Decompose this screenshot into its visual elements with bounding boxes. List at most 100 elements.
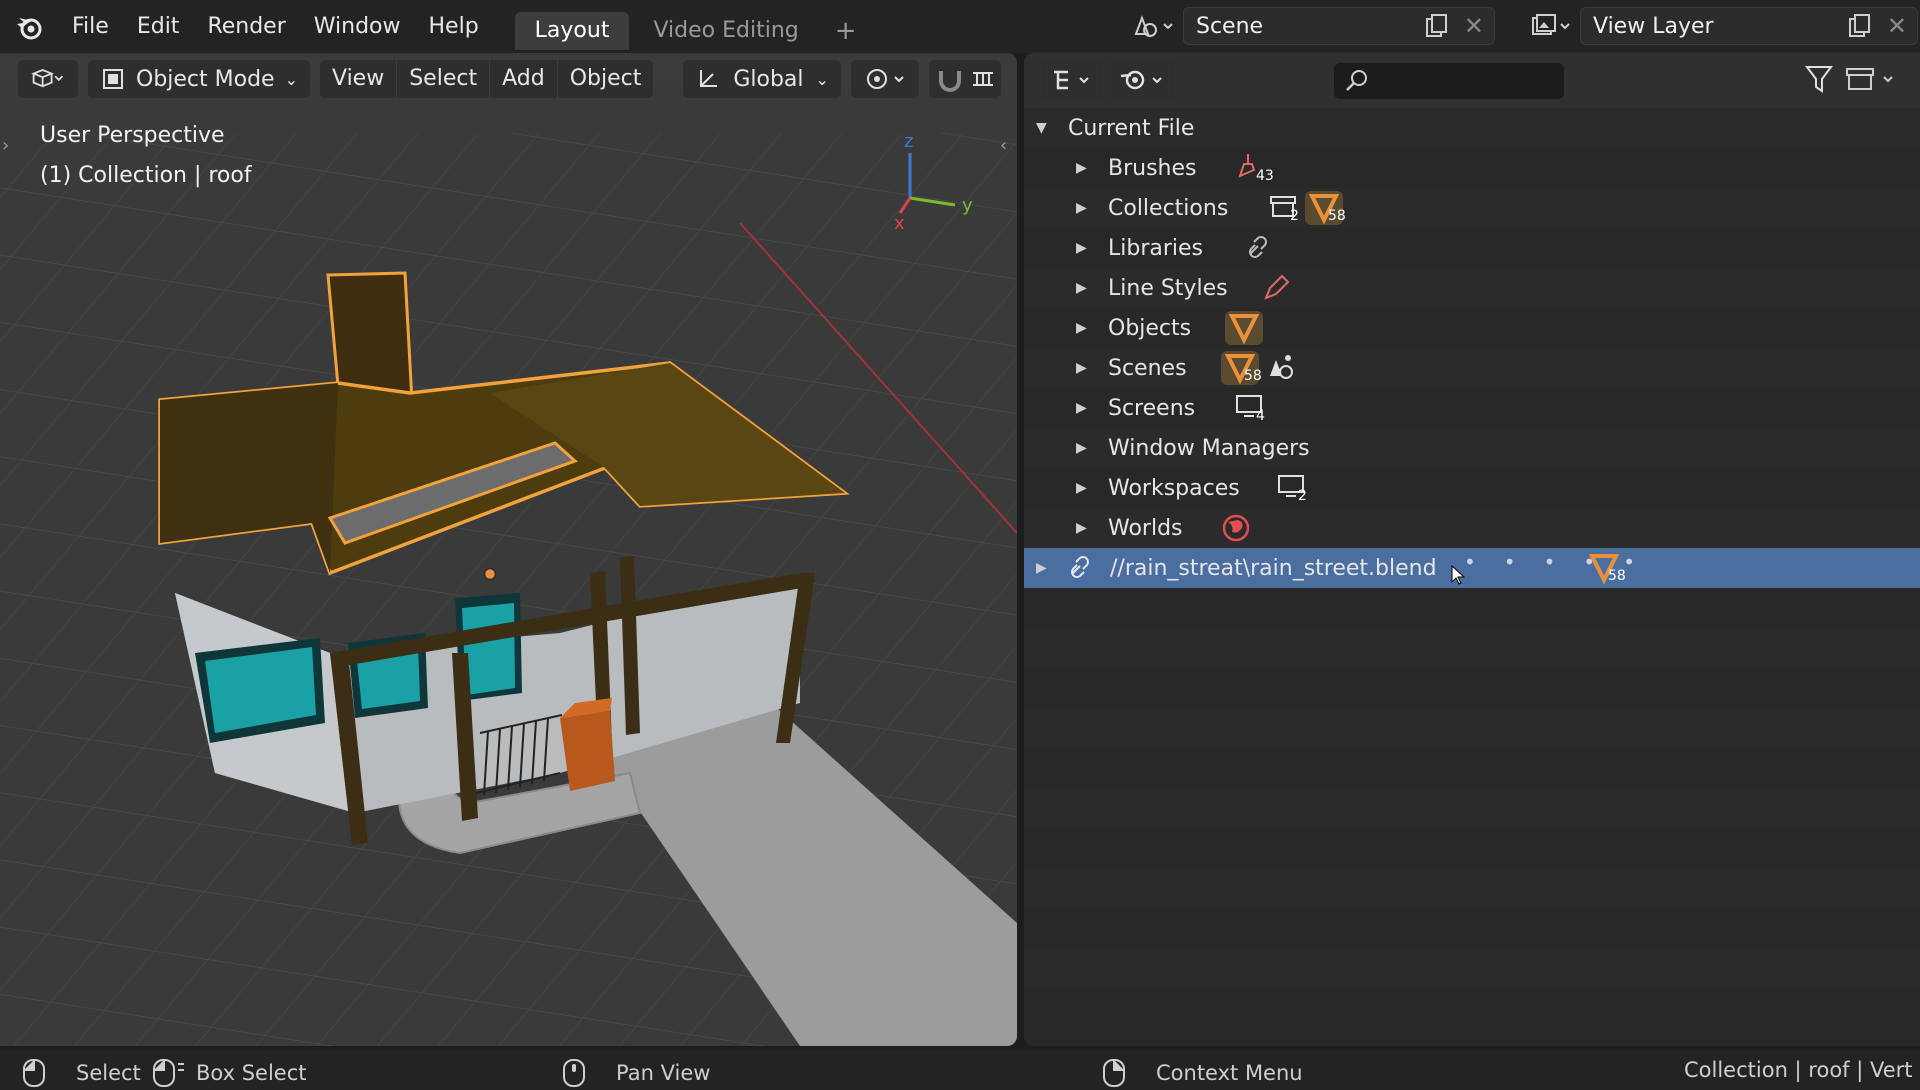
collapse-triangle-icon[interactable]: ▼ [1036, 120, 1047, 136]
display-mode-dropdown[interactable] [1112, 61, 1174, 99]
3d-viewport[interactable]: Object Mode ⌄ View Select Add Object Glo… [0, 53, 1017, 1046]
chevron-down-icon: ⌄ [284, 69, 298, 89]
empty-row [1024, 588, 1920, 628]
new-scene-icon[interactable] [1424, 13, 1450, 39]
object-icon [1225, 311, 1263, 345]
mouse-drag-icon [153, 1059, 184, 1087]
empty-row [1024, 988, 1920, 1028]
filter-icon[interactable] [1804, 63, 1834, 99]
view-layer-name-field[interactable]: View Layer ✕ [1580, 7, 1918, 45]
navigation-gizmo[interactable]: z y x [880, 133, 990, 233]
gizmo-x-label: x [894, 213, 905, 233]
expand-triangle-icon[interactable]: ▶ [1076, 440, 1087, 456]
new-view-layer-icon[interactable] [1847, 13, 1873, 39]
delete-view-layer-icon[interactable]: ✕ [1887, 12, 1907, 40]
viewport-scene[interactable] [0, 53, 1017, 1046]
editor-type-button[interactable] [18, 60, 78, 98]
tree-row-worlds[interactable]: ▶ Worlds [1024, 508, 1920, 548]
empty-row [1024, 748, 1920, 788]
empty-row [1024, 948, 1920, 988]
menu-object[interactable]: Object [558, 60, 654, 98]
expand-triangle-icon[interactable]: ▶ [1036, 560, 1047, 576]
row-label-current-file: Current File [1068, 115, 1195, 141]
screens-count: 4 [1256, 408, 1265, 424]
mouse-cursor-icon [1451, 564, 1466, 585]
viewport-menus: View Select Add Object [320, 60, 654, 98]
workspaces-count: 2 [1298, 488, 1307, 504]
toolbar-expand-icon[interactable]: › [2, 135, 9, 156]
tab-layout[interactable]: Layout [514, 11, 630, 50]
viewport-header: Object Mode ⌄ View Select Add Object Glo… [0, 53, 1017, 105]
tree-row-objects[interactable]: ▶ Objects [1024, 308, 1920, 348]
row-label-libraries: Libraries [1108, 235, 1204, 261]
outliner-header [1024, 53, 1920, 108]
transform-orientation-dropdown[interactable]: Global ⌄ [683, 60, 841, 98]
menu-file[interactable]: File [58, 0, 123, 53]
view-layer-icon [1532, 14, 1570, 35]
new-collection-icon[interactable] [1844, 63, 1904, 99]
row-label-library-file: //rain_streat\rain_street.blend [1110, 555, 1437, 581]
top-bar: File Edit Render Window Help Layout Vide… [0, 0, 1920, 53]
expand-triangle-icon[interactable]: ▶ [1076, 200, 1087, 216]
pivot-dropdown[interactable] [850, 60, 919, 98]
empty-row [1024, 788, 1920, 828]
row-label-brushes: Brushes [1108, 155, 1197, 181]
outliner-editor-type-button[interactable] [1042, 61, 1102, 99]
empty-row [1024, 708, 1920, 748]
row-label-window-managers: Window Managers [1108, 435, 1310, 461]
expand-triangle-icon[interactable]: ▶ [1076, 480, 1087, 496]
tree-row-scenes[interactable]: ▶ Scenes 58 [1024, 348, 1920, 388]
delete-scene-icon[interactable]: ✕ [1464, 12, 1484, 40]
row-label-worlds: Worlds [1108, 515, 1183, 541]
menu-view[interactable]: View [320, 60, 398, 98]
menu-edit[interactable]: Edit [123, 0, 194, 53]
scenes-count: 58 [1244, 368, 1262, 384]
tree-row-brushes[interactable]: ▶ Brushes 43 [1024, 148, 1920, 188]
expand-triangle-icon[interactable]: ▶ [1076, 400, 1087, 416]
tree-row-screens[interactable]: ▶ Screens 4 [1024, 388, 1920, 428]
scene-name: Scene [1196, 13, 1264, 39]
scene-selector: Scene ✕ [1125, 7, 1495, 45]
scene-icon [1270, 355, 1293, 379]
status-context-menu: Context Menu [1102, 1058, 1303, 1088]
expand-triangle-icon[interactable]: ▶ [1076, 240, 1087, 256]
add-workspace-button[interactable]: + [823, 16, 869, 46]
blender-logo-icon[interactable] [0, 0, 58, 53]
outliner-search-input[interactable] [1334, 63, 1564, 99]
row-label-collections: Collections [1108, 195, 1229, 221]
snap-toggle[interactable] [928, 60, 1001, 98]
menu-help[interactable]: Help [415, 0, 493, 53]
outliner-icon [1054, 70, 1089, 90]
tree-row-current-file[interactable]: ▼ Current File [1024, 108, 1920, 148]
mouse-middle-icon [563, 1059, 585, 1087]
tree-row-library-file[interactable]: ▶ //rain_streat\rain_street.blend ••••• … [1024, 548, 1920, 588]
view-layer-selector: View Layer ✕ [1522, 7, 1918, 45]
tree-row-line-styles[interactable]: ▶ Line Styles [1024, 268, 1920, 308]
expand-triangle-icon[interactable]: ▶ [1076, 520, 1087, 536]
menu-add[interactable]: Add [490, 60, 558, 98]
view-layer-browse-button[interactable] [1522, 7, 1580, 45]
expand-triangle-icon[interactable]: ▶ [1076, 160, 1087, 176]
tree-row-window-managers[interactable]: ▶ Window Managers [1024, 428, 1920, 468]
tree-row-workspaces[interactable]: ▶ Workspaces 2 [1024, 468, 1920, 508]
tree-row-collections[interactable]: ▶ Collections 2 58 [1024, 188, 1920, 228]
expand-triangle-icon[interactable]: ▶ [1076, 280, 1087, 296]
status-select: Select [22, 1058, 141, 1088]
tab-video-editing[interactable]: Video Editing [633, 12, 818, 50]
tree-row-libraries[interactable]: ▶ Libraries [1024, 228, 1920, 268]
expand-triangle-icon[interactable]: ▶ [1076, 320, 1087, 336]
menu-select[interactable]: Select [397, 60, 491, 98]
brushes-count: 43 [1256, 168, 1274, 184]
menu-render[interactable]: Render [193, 0, 299, 53]
mouse-left-icon [23, 1059, 45, 1087]
scene-name-field[interactable]: Scene ✕ [1183, 7, 1495, 45]
blender-file-icon [1120, 70, 1162, 90]
mode-dropdown[interactable]: Object Mode ⌄ [88, 60, 310, 98]
sidebar-expand-icon[interactable]: ‹ [1000, 135, 1007, 156]
outliner-tree: ▼ Current File ▶ Brushes 43 ▶ Collection… [1024, 108, 1920, 1046]
expand-triangle-icon[interactable]: ▶ [1076, 360, 1087, 376]
scene-browse-button[interactable] [1125, 7, 1183, 45]
row-label-workspaces: Workspaces [1108, 475, 1240, 501]
menu-window[interactable]: Window [300, 0, 415, 53]
object-mode-icon [103, 69, 123, 89]
